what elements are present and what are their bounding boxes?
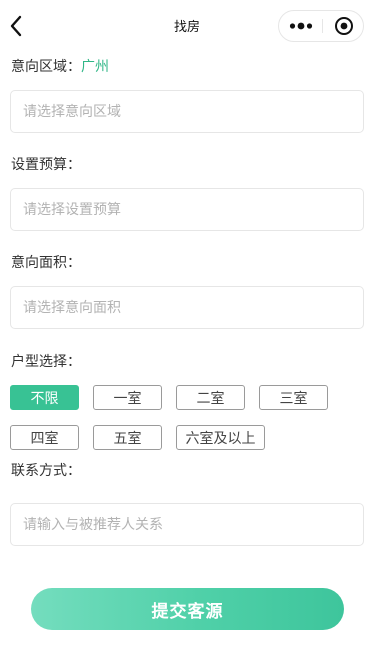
layout-option-5room[interactable]: 五室 — [93, 425, 162, 450]
more-button[interactable] — [279, 11, 322, 41]
target-circle-icon — [334, 17, 353, 35]
layout-option-3room[interactable]: 三室 — [259, 385, 328, 410]
contact-field[interactable] — [10, 503, 364, 546]
contact-label: 联系方式： — [11, 463, 81, 479]
size-input[interactable] — [23, 287, 353, 328]
close-miniprogram-button[interactable] — [323, 11, 364, 41]
area-label: 意向区域： — [11, 59, 81, 75]
contact-input[interactable] — [23, 504, 353, 545]
area-city: 广州 — [81, 59, 109, 75]
layout-option-2room[interactable]: 二室 — [176, 385, 245, 410]
area-input[interactable] — [23, 91, 353, 132]
layout-option-1room[interactable]: 一室 — [93, 385, 162, 410]
nav-bar: 找房 — [0, 0, 374, 50]
budget-input[interactable] — [23, 189, 353, 230]
layout-label: 户型选择： — [11, 354, 81, 370]
area-field[interactable] — [10, 90, 364, 133]
submit-button[interactable]: 提交客源 — [31, 588, 344, 630]
budget-label: 设置预算： — [11, 157, 81, 173]
size-label: 意向面积： — [11, 255, 81, 271]
area-label-row: 意向区域：广州 — [11, 58, 109, 76]
layout-option-4room[interactable]: 四室 — [10, 425, 79, 450]
more-dots-icon — [289, 22, 312, 30]
budget-field[interactable] — [10, 188, 364, 231]
size-field[interactable] — [10, 286, 364, 329]
layout-option-6plus[interactable]: 六室及以上 — [176, 425, 265, 450]
layout-option-unlimited[interactable]: 不限 — [10, 385, 79, 410]
miniprogram-capsule — [278, 10, 364, 42]
